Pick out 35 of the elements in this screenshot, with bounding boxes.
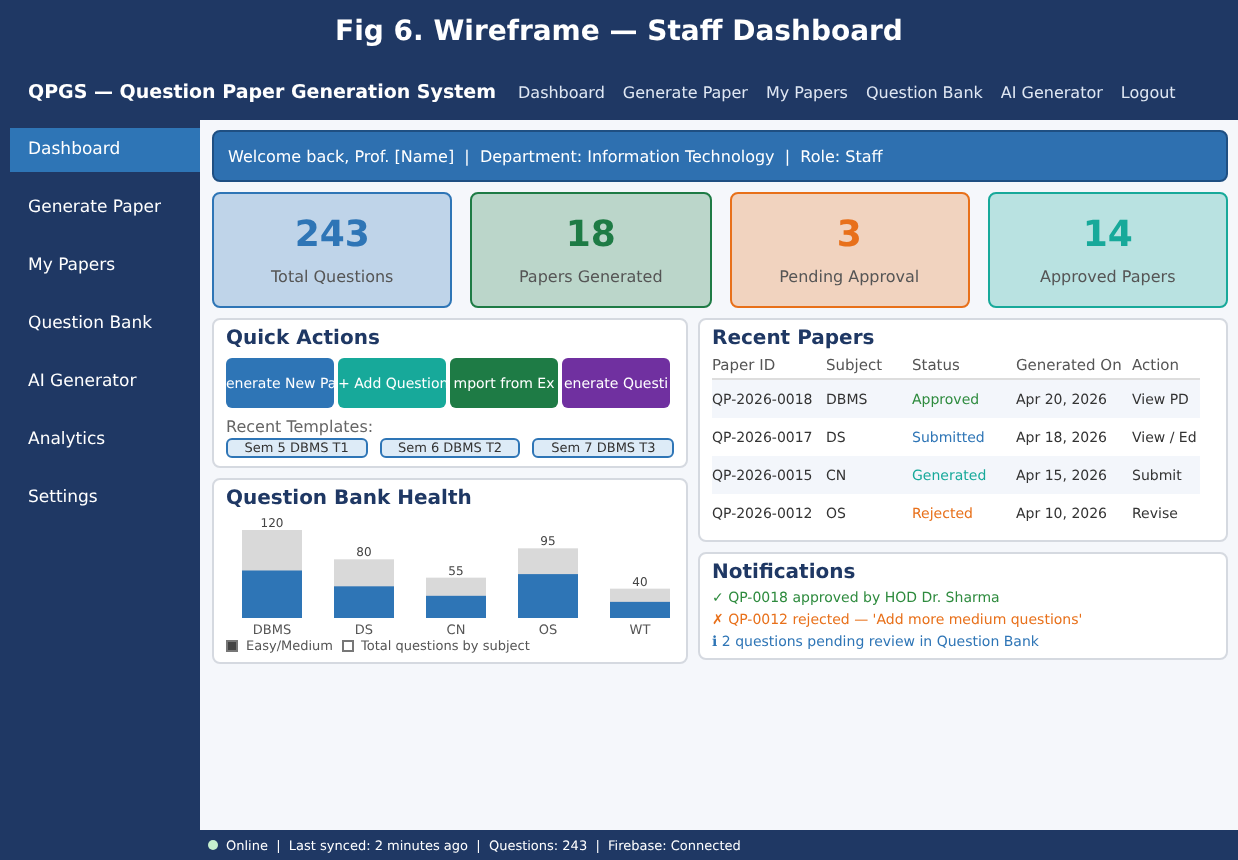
sidebar-item[interactable]: Generate Paper <box>10 186 200 230</box>
sidebar-item[interactable]: Analytics <box>10 418 200 462</box>
stat-label: Pending Approval <box>779 268 920 286</box>
easy-medium-fill <box>518 574 578 618</box>
app-title: QPGS — Question Paper Generation System <box>28 81 496 103</box>
figure-title: Fig 6. Wireframe — Staff Dashboard <box>333 14 905 52</box>
panel-title: Notifications <box>712 562 858 584</box>
panel-title: Question Bank Health <box>226 488 474 510</box>
sidebar-item[interactable]: Question Bank <box>10 302 200 346</box>
nav-link[interactable]: Logout <box>1120 83 1176 101</box>
nav-link[interactable]: Generate Paper <box>622 83 748 101</box>
easy-medium-fill <box>426 595 486 618</box>
panel-title: Quick Actions <box>226 328 382 350</box>
stat-value: 243 <box>294 214 370 256</box>
stat-label: Approved Papers <box>1040 268 1176 286</box>
sidebar-item[interactable]: AI Generator <box>10 360 200 404</box>
stat-value: 18 <box>565 214 616 256</box>
nav-link[interactable]: My Papers <box>765 83 848 101</box>
stat-value: 14 <box>1082 214 1133 256</box>
nav-link[interactable]: Dashboard <box>518 83 605 101</box>
legend-swatch <box>341 640 354 652</box>
legend-swatch <box>226 640 238 652</box>
sidebar-item[interactable]: Dashboard <box>10 128 200 172</box>
sidebar-item[interactable]: Settings <box>10 476 200 520</box>
panel-title: Recent Papers <box>712 328 877 350</box>
nav-link[interactable]: Question Bank <box>865 83 983 101</box>
welcome-banner: Welcome back, Prof. [Name] | Department: Information Technology | Role: Staff <box>212 130 1228 182</box>
nav-link[interactable]: AI Generator <box>1000 83 1103 101</box>
stat-label: Total Questions <box>271 268 394 286</box>
templates-label: Recent Templates: <box>226 418 376 436</box>
sidebar-item[interactable]: My Papers <box>10 244 200 288</box>
easy-medium-fill <box>242 570 302 618</box>
stat-value: 3 <box>836 214 862 256</box>
stat-label: Papers Generated <box>518 268 663 286</box>
easy-medium-fill <box>334 586 394 618</box>
